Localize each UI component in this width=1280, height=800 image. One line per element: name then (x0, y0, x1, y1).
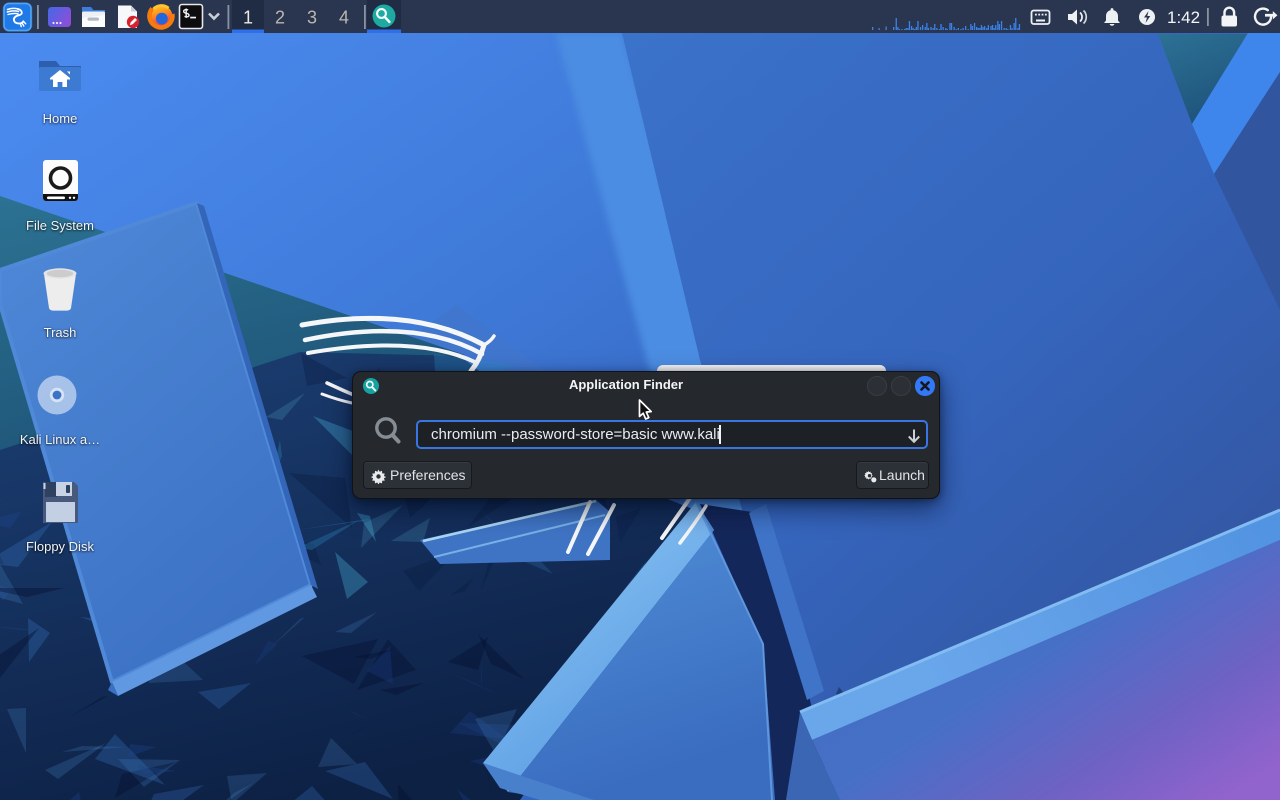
svg-text:3: 3 (307, 8, 317, 28)
svg-text:4: 4 (339, 8, 349, 28)
svg-text:1:42: 1:42 (1167, 8, 1200, 27)
svg-text:1: 1 (243, 8, 253, 28)
svg-text:2: 2 (275, 8, 285, 28)
